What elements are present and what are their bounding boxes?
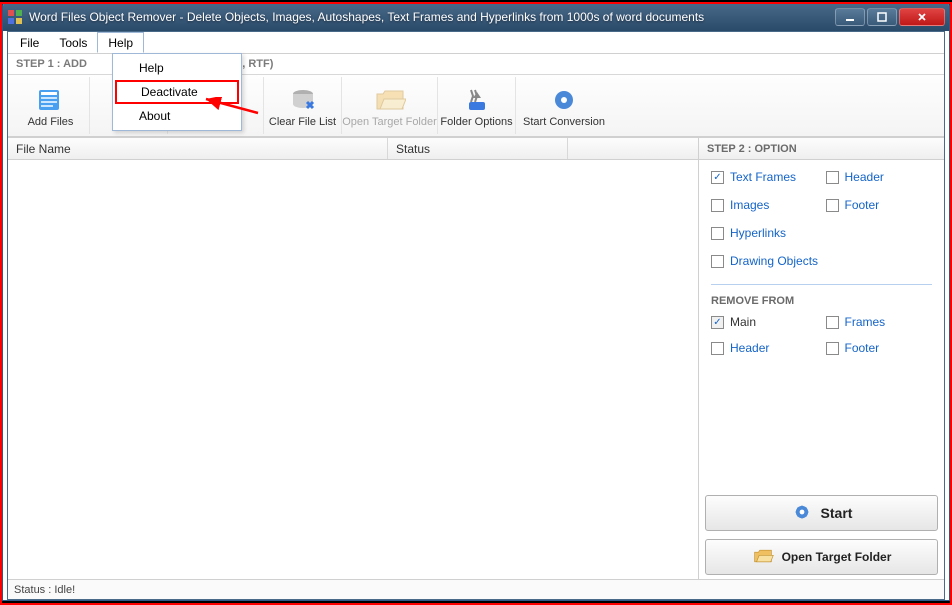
app-window: Word Files Object Remover - Delete Objec… xyxy=(2,2,950,601)
divider xyxy=(711,284,932,285)
column-filename[interactable]: File Name xyxy=(8,138,388,159)
option-text-frames[interactable]: Text Frames xyxy=(711,170,818,184)
remove-footer[interactable]: Footer xyxy=(826,341,933,355)
start-label: Start xyxy=(821,505,853,521)
menubar: File Tools Help Help Deactivate About xyxy=(8,32,944,54)
add-files-label: Add Files xyxy=(28,116,74,128)
option-drawing-objects[interactable]: Drawing Objects xyxy=(711,254,932,268)
start-conversion-button[interactable]: Start Conversion xyxy=(516,77,612,134)
spacer xyxy=(699,365,944,491)
open-target-icon xyxy=(374,84,406,116)
clear-list-label: Clear File List xyxy=(269,116,336,128)
open-target-big-label: Open Target Folder xyxy=(782,550,892,564)
option-hyperlinks[interactable]: Hyperlinks xyxy=(711,226,932,240)
checkbox-icon xyxy=(711,255,724,268)
checkbox-icon xyxy=(711,199,724,212)
checkbox-icon xyxy=(711,171,724,184)
options-grid: Text Frames Header Images Footer Hyperli… xyxy=(699,160,944,278)
add-files-icon xyxy=(35,84,67,116)
file-list-area: File Name Status xyxy=(8,138,699,579)
app-icon xyxy=(7,9,23,25)
remove-main[interactable]: Main xyxy=(711,315,818,329)
file-list-header: File Name Status xyxy=(8,138,698,160)
checkbox-icon xyxy=(711,227,724,240)
window-controls xyxy=(833,8,945,26)
main-content: File Name Status STEP 2 : OPTION Text Fr… xyxy=(8,137,944,579)
clear-list-icon xyxy=(287,84,319,116)
option-header[interactable]: Header xyxy=(826,170,933,184)
status-text: Status : Idle! xyxy=(14,584,75,596)
start-conversion-icon xyxy=(548,84,580,116)
folder-options-label: Folder Options xyxy=(440,116,512,128)
remove-header[interactable]: Header xyxy=(711,341,818,355)
checkbox-icon xyxy=(711,342,724,355)
remove-from-grid: Main Frames Header Footer xyxy=(699,315,944,365)
options-panel: STEP 2 : OPTION Text Frames Header Image… xyxy=(699,138,944,579)
menu-file[interactable]: File xyxy=(10,32,49,53)
step2-heading: STEP 2 : OPTION xyxy=(699,138,944,160)
option-images[interactable]: Images xyxy=(711,198,818,212)
remove-frames[interactable]: Frames xyxy=(826,315,933,329)
folder-options-icon xyxy=(461,84,493,116)
minimize-button[interactable] xyxy=(835,8,865,26)
titlebar[interactable]: Word Files Object Remover - Delete Objec… xyxy=(3,3,949,31)
checkbox-icon xyxy=(711,316,724,329)
checkbox-icon xyxy=(826,342,839,355)
client-area: File Tools Help Help Deactivate About ST… xyxy=(7,31,945,600)
close-button[interactable] xyxy=(899,8,945,26)
maximize-button[interactable] xyxy=(867,8,897,26)
statusbar: Status : Idle! xyxy=(8,579,944,599)
step1-text: STEP 1 : ADD xyxy=(16,58,87,70)
help-menu-about[interactable]: About xyxy=(115,104,239,128)
gear-icon xyxy=(791,501,813,526)
menu-tools[interactable]: Tools xyxy=(49,32,97,53)
start-button[interactable]: Start xyxy=(705,495,938,531)
option-footer[interactable]: Footer xyxy=(826,198,933,212)
help-dropdown: Help Deactivate About xyxy=(112,53,242,131)
help-menu-deactivate[interactable]: Deactivate xyxy=(115,80,239,104)
folder-open-icon xyxy=(752,547,774,568)
start-conversion-label: Start Conversion xyxy=(523,116,605,128)
file-list-body[interactable] xyxy=(8,160,698,579)
open-target-folder-button[interactable]: Open Target Folder xyxy=(342,77,438,134)
open-target-label: Open Target Folder xyxy=(342,116,437,128)
checkbox-icon xyxy=(826,199,839,212)
window-title: Word Files Object Remover - Delete Objec… xyxy=(29,10,833,24)
add-files-button[interactable]: Add Files xyxy=(12,77,90,134)
checkbox-icon xyxy=(826,171,839,184)
remove-from-heading: REMOVE FROM xyxy=(699,295,944,315)
menu-help[interactable]: Help xyxy=(97,32,144,53)
help-menu-help[interactable]: Help xyxy=(115,56,239,80)
folder-options-button[interactable]: Folder Options xyxy=(438,77,516,134)
checkbox-icon xyxy=(826,316,839,329)
column-status[interactable]: Status xyxy=(388,138,568,159)
column-extra[interactable] xyxy=(568,138,698,159)
open-target-folder-big-button[interactable]: Open Target Folder xyxy=(705,539,938,575)
clear-list-button[interactable]: Clear File List xyxy=(264,77,342,134)
